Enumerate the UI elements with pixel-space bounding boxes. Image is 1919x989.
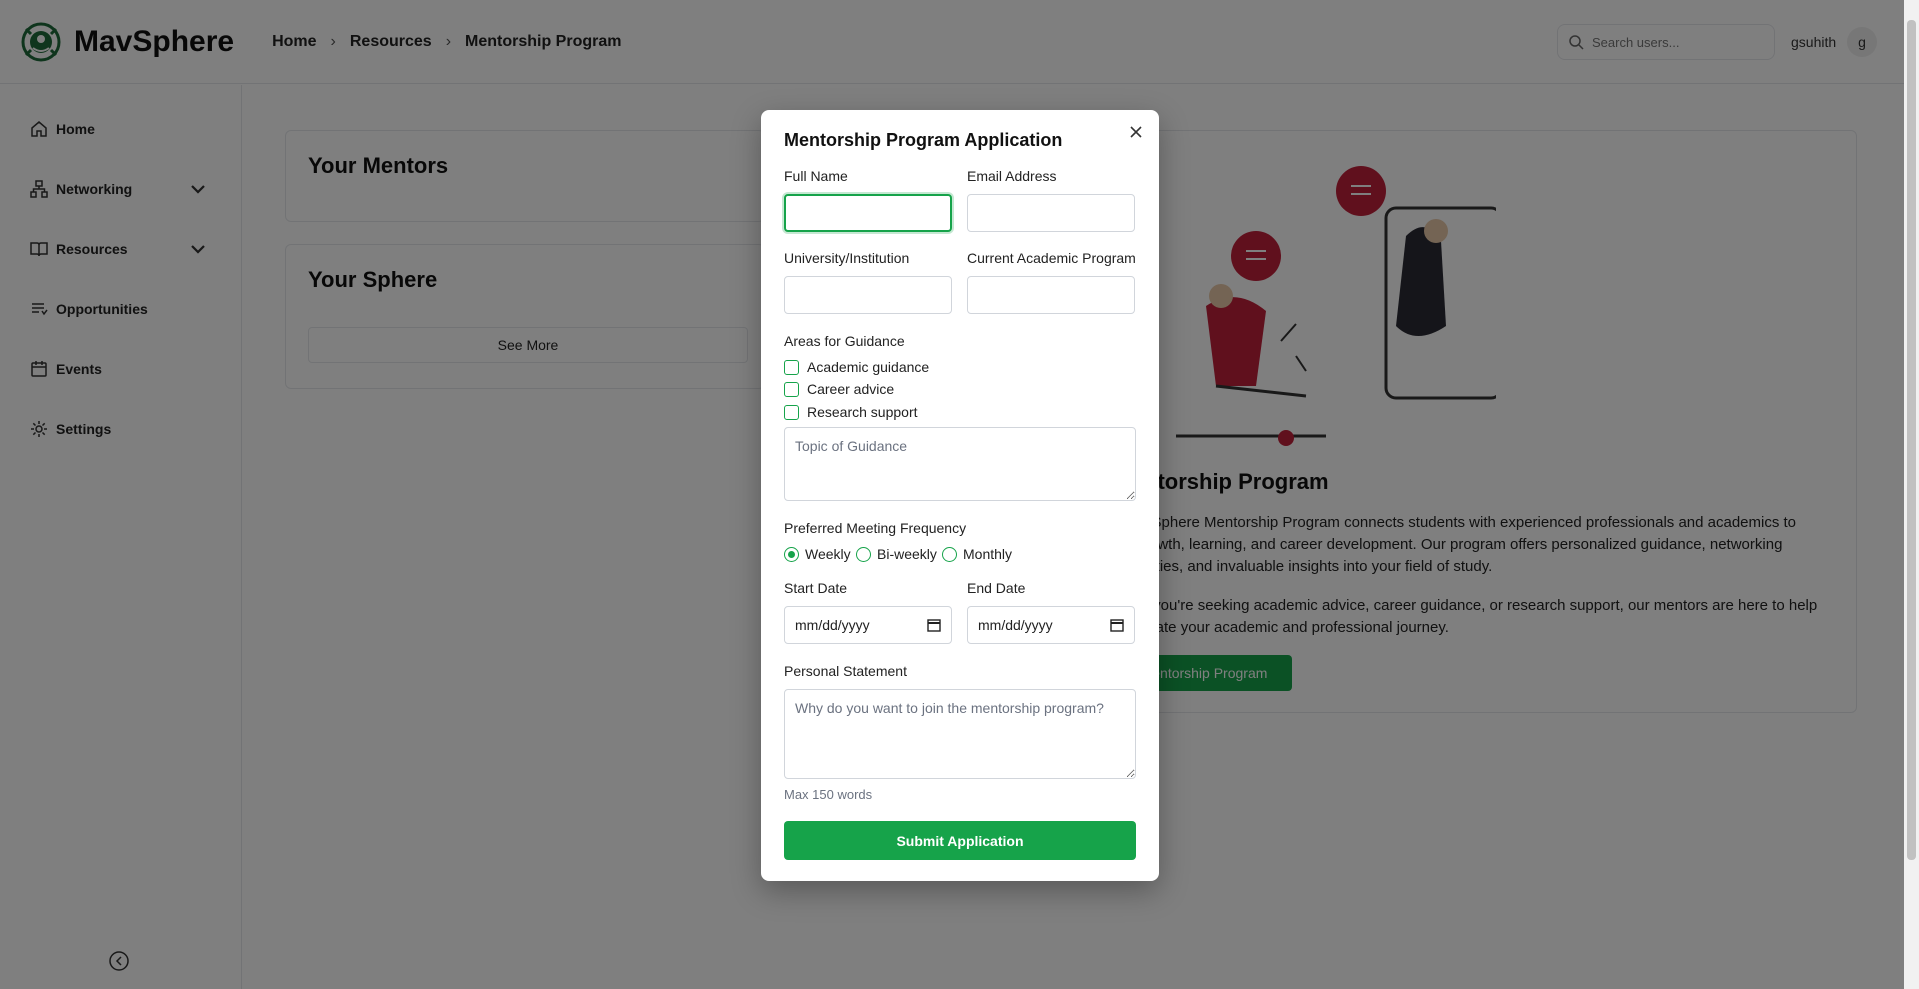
statement-textarea[interactable] (784, 689, 1136, 779)
start-date-label: Start Date (784, 580, 848, 596)
date-value: mm/dd/yyyy (978, 617, 1053, 633)
university-field[interactable] (784, 276, 952, 314)
university-label: University/Institution (784, 250, 910, 266)
application-modal: Mentorship Program Application Full Name… (761, 110, 1159, 881)
radio-monthly[interactable]: Monthly (942, 546, 1012, 562)
statement-label: Personal Statement (784, 663, 907, 679)
submit-button[interactable]: Submit Application (784, 821, 1136, 860)
end-date-field[interactable]: mm/dd/yyyy (967, 606, 1135, 644)
modal-title: Mentorship Program Application (784, 130, 1063, 150)
checkbox-career-advice[interactable]: Career advice (784, 381, 894, 397)
topic-textarea[interactable] (784, 427, 1136, 501)
full-name-field[interactable] (784, 194, 952, 232)
radio-label: Monthly (963, 546, 1013, 562)
radio-button[interactable] (784, 546, 799, 562)
checkbox-label: Research support (807, 404, 918, 420)
scroll-thumb[interactable] (1907, 20, 1916, 860)
checkbox-label: Academic guidance (807, 359, 930, 375)
radio-label: Bi-weekly (877, 546, 937, 562)
close-icon[interactable] (1128, 124, 1144, 140)
radio-button[interactable] (856, 546, 871, 562)
radio-biweekly[interactable]: Bi-weekly (856, 546, 937, 562)
academic-program-label: Current Academic Program (967, 250, 1136, 266)
checkbox[interactable] (784, 381, 799, 397)
frequency-label: Preferred Meeting Frequency (784, 520, 967, 536)
scrollbar[interactable] (1904, 0, 1919, 989)
email-field[interactable] (967, 194, 1135, 232)
checkbox-research-support[interactable]: Research support (784, 404, 918, 420)
word-limit-hint: Max 150 words (784, 787, 873, 802)
date-value: mm/dd/yyyy (795, 617, 870, 633)
academic-program-field[interactable] (967, 276, 1135, 314)
calendar-icon[interactable] (1110, 618, 1124, 632)
radio-weekly[interactable]: Weekly (784, 546, 851, 562)
radio-label: Weekly (805, 546, 851, 562)
end-date-label: End Date (967, 580, 1026, 596)
email-label: Email Address (967, 168, 1057, 184)
checkbox[interactable] (784, 359, 799, 375)
areas-label: Areas for Guidance (784, 333, 905, 349)
full-name-label: Full Name (784, 168, 848, 184)
calendar-icon[interactable] (927, 618, 941, 632)
checkbox-academic-guidance[interactable]: Academic guidance (784, 359, 929, 375)
checkbox[interactable] (784, 404, 799, 420)
radio-button[interactable] (942, 546, 957, 562)
start-date-field[interactable]: mm/dd/yyyy (784, 606, 952, 644)
checkbox-label: Career advice (807, 381, 895, 397)
